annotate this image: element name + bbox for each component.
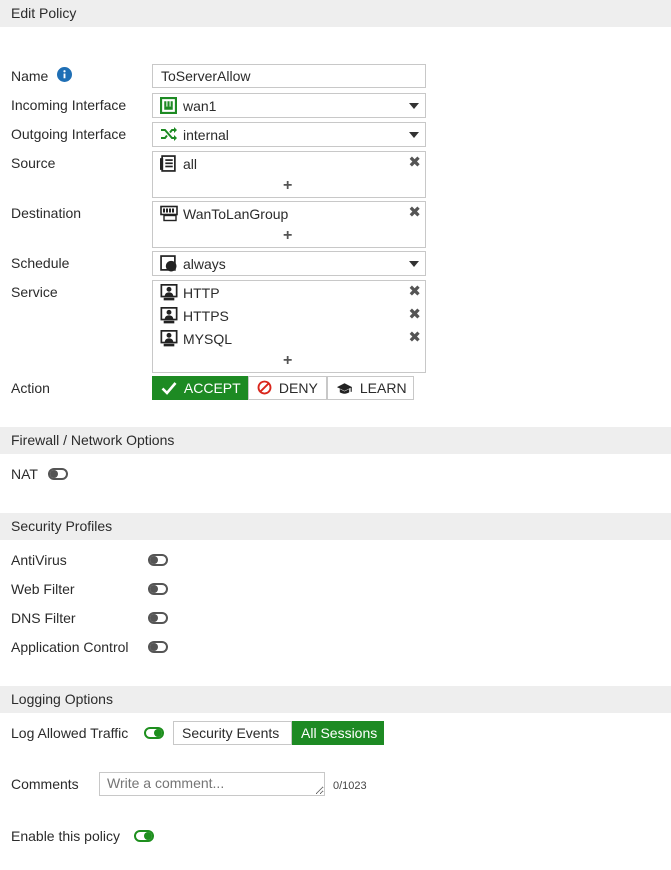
service-value: HTTPS bbox=[183, 308, 229, 324]
deny-button[interactable]: DENY bbox=[248, 376, 327, 400]
destination-entry: WanToLanGroup ✖ bbox=[160, 204, 426, 224]
action-label: Action bbox=[11, 380, 50, 396]
destination-label: Destination bbox=[11, 205, 82, 221]
schedule-label: Schedule bbox=[11, 255, 70, 271]
incoming-interface-select[interactable]: wan1 bbox=[152, 93, 426, 118]
service-entry: HTTPS ✖ bbox=[160, 306, 426, 326]
chevron-down-icon bbox=[409, 103, 419, 109]
source-entry: all ✖ bbox=[160, 154, 426, 174]
antivirus-label: AntiVirus bbox=[11, 552, 67, 568]
accept-label: ACCEPT bbox=[183, 380, 241, 396]
logging-section-header: Logging Options bbox=[0, 686, 671, 713]
schedule-select[interactable]: always bbox=[152, 251, 426, 276]
shuffle-icon bbox=[160, 126, 178, 145]
source-value: all bbox=[183, 156, 198, 172]
nat-toggle[interactable] bbox=[48, 468, 68, 480]
info-icon[interactable] bbox=[57, 67, 72, 85]
graduation-cap-icon bbox=[336, 379, 353, 401]
schedule-value: always bbox=[183, 256, 226, 272]
service-label: Service bbox=[11, 284, 58, 300]
learn-button[interactable]: LEARN bbox=[327, 376, 414, 400]
chevron-down-icon bbox=[409, 132, 419, 138]
service-entry: HTTP ✖ bbox=[160, 283, 426, 303]
outgoing-interface-label: Outgoing Interface bbox=[11, 126, 127, 142]
service-icon bbox=[160, 330, 178, 350]
ethernet-port-icon bbox=[160, 97, 177, 117]
source-label: Source bbox=[11, 155, 56, 171]
source-field[interactable]: all ✖ + bbox=[152, 151, 426, 198]
service-value: MYSQL bbox=[183, 331, 233, 347]
log-allowed-traffic-label: Log Allowed Traffic bbox=[11, 725, 129, 741]
dns-filter-toggle[interactable] bbox=[148, 612, 168, 624]
incoming-interface-label: Incoming Interface bbox=[11, 97, 127, 113]
name-label: Name bbox=[11, 68, 49, 84]
application-control-label: Application Control bbox=[11, 639, 129, 655]
outgoing-interface-select[interactable]: internal bbox=[152, 122, 426, 147]
service-icon bbox=[160, 284, 178, 304]
checkmark-icon bbox=[161, 379, 177, 401]
service-field[interactable]: HTTP ✖ HTTPS ✖ MYSQL ✖ + bbox=[152, 280, 426, 373]
add-source-button[interactable]: + bbox=[283, 178, 292, 194]
prohibited-icon bbox=[257, 379, 272, 401]
remove-source-icon[interactable]: ✖ bbox=[408, 155, 421, 170]
nat-label: NAT bbox=[11, 466, 38, 482]
deny-label: DENY bbox=[278, 380, 318, 396]
destination-field[interactable]: WanToLanGroup ✖ + bbox=[152, 201, 426, 248]
add-service-button[interactable]: + bbox=[283, 353, 292, 369]
enable-policy-label: Enable this policy bbox=[11, 828, 120, 844]
firewall-section-title: Firewall / Network Options bbox=[11, 432, 175, 448]
enable-policy-toggle[interactable] bbox=[134, 830, 154, 842]
page-header: Edit Policy bbox=[0, 0, 671, 27]
remove-service-icon[interactable]: ✖ bbox=[408, 307, 421, 322]
address-list-icon bbox=[160, 155, 177, 175]
name-input[interactable] bbox=[152, 64, 426, 88]
accept-button[interactable]: ACCEPT bbox=[152, 376, 248, 400]
security-section-title: Security Profiles bbox=[11, 518, 113, 534]
web-filter-toggle[interactable] bbox=[148, 583, 168, 595]
remove-service-icon[interactable]: ✖ bbox=[408, 330, 421, 345]
remove-service-icon[interactable]: ✖ bbox=[408, 284, 421, 299]
comments-label: Comments bbox=[11, 776, 79, 792]
logging-section-title: Logging Options bbox=[11, 691, 113, 707]
antivirus-toggle[interactable] bbox=[148, 554, 168, 566]
security-events-button[interactable]: Security Events bbox=[173, 721, 292, 745]
service-entry: MYSQL ✖ bbox=[160, 329, 426, 349]
firewall-section-header: Firewall / Network Options bbox=[0, 427, 671, 454]
page-title: Edit Policy bbox=[11, 5, 77, 21]
service-icon bbox=[160, 307, 178, 327]
incoming-interface-value: wan1 bbox=[183, 98, 217, 114]
security-events-label: Security Events bbox=[182, 725, 280, 741]
comment-character-counter: 0/1023 bbox=[333, 780, 367, 792]
log-allowed-traffic-toggle[interactable] bbox=[144, 727, 164, 739]
comments-textarea[interactable] bbox=[99, 772, 325, 796]
add-destination-button[interactable]: + bbox=[283, 228, 292, 244]
address-group-icon bbox=[160, 205, 178, 225]
learn-label: LEARN bbox=[359, 380, 407, 396]
web-filter-label: Web Filter bbox=[11, 581, 75, 597]
service-value: HTTP bbox=[183, 285, 220, 301]
destination-value: WanToLanGroup bbox=[183, 206, 289, 222]
all-sessions-label: All Sessions bbox=[301, 725, 378, 741]
application-control-toggle[interactable] bbox=[148, 641, 168, 653]
remove-destination-icon[interactable]: ✖ bbox=[408, 205, 421, 220]
dns-filter-label: DNS Filter bbox=[11, 610, 76, 626]
all-sessions-button[interactable]: All Sessions bbox=[292, 721, 384, 745]
outgoing-interface-value: internal bbox=[183, 127, 229, 143]
schedule-icon bbox=[160, 255, 177, 275]
security-section-header: Security Profiles bbox=[0, 513, 671, 540]
chevron-down-icon bbox=[409, 261, 419, 267]
